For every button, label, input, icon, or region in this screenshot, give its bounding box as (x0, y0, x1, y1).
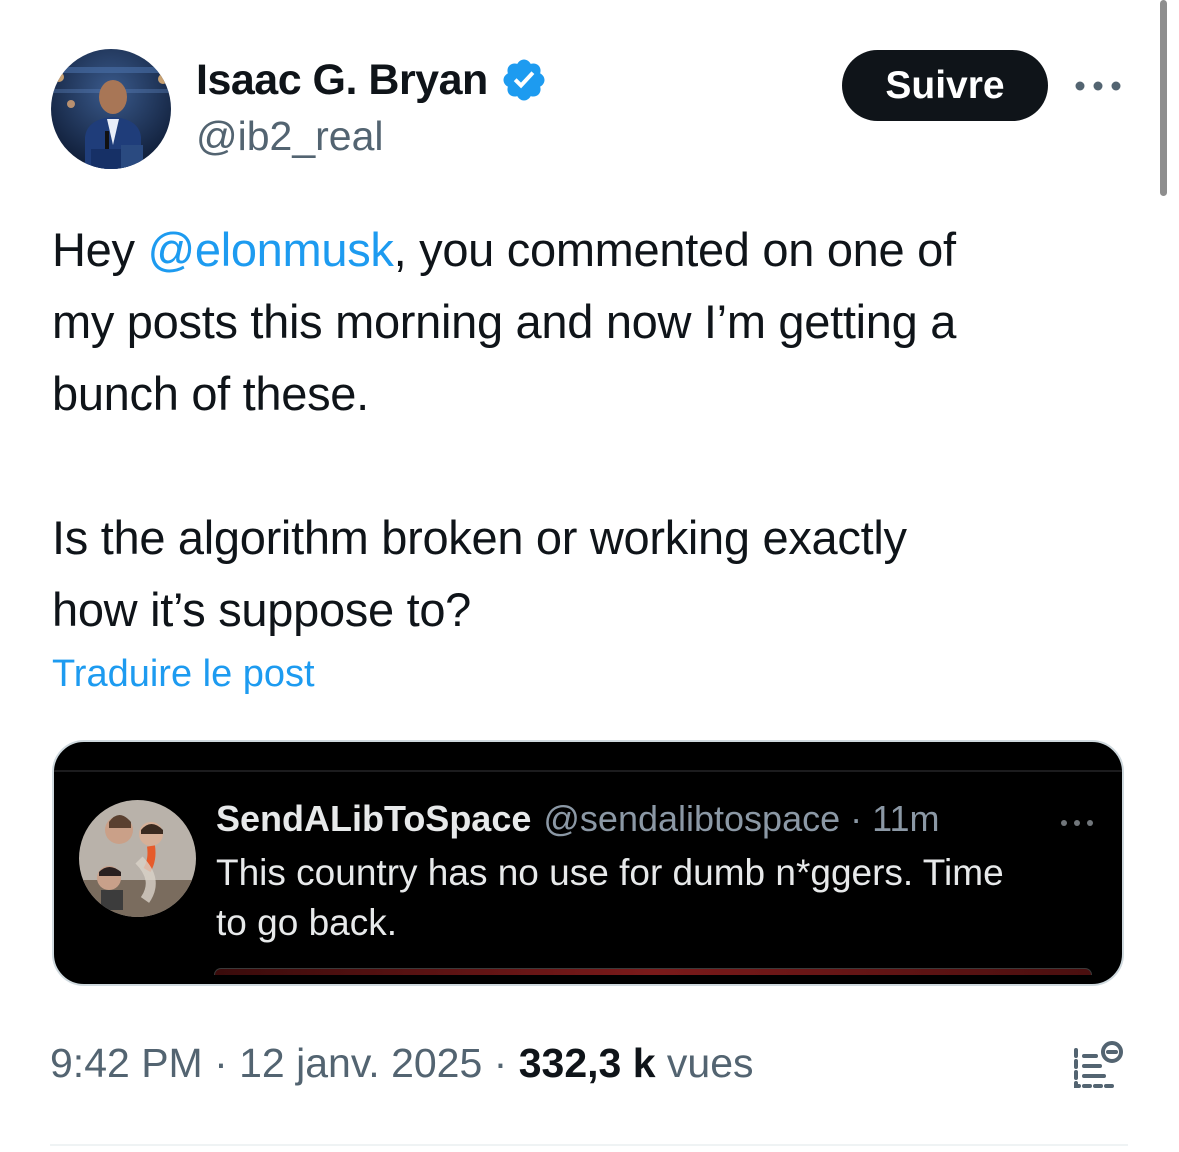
cropped-media-edge (214, 968, 1092, 975)
tweet-line: my posts this morning and now I’m gettin… (52, 295, 957, 348)
tweet-line: Hey @elonmusk, you commented on one of (52, 214, 1142, 286)
mention-link[interactable]: @elonmusk (147, 223, 393, 276)
quoted-line: This country has no use for dumb n*ggers… (216, 852, 1004, 893)
tweet-line: how it’s suppose to? (52, 583, 472, 636)
tweet-text: Hey @elonmusk, you commented on one of m… (52, 214, 1142, 646)
attached-image[interactable]: SendALibToSpace @sendalibtospace · 11m T… (52, 740, 1124, 986)
quoted-line: to go back. (216, 902, 398, 943)
quoted-header: SendALibToSpace @sendalibtospace · 11m (216, 798, 939, 840)
quoted-display-name: SendALibToSpace (216, 798, 532, 839)
quoted-text: This country has no use for dumb n*ggers… (216, 848, 1096, 948)
tweet-line: bunch of these. (52, 367, 369, 420)
avatar-photo (51, 49, 171, 169)
tweet-line-text: , you commented on one of (393, 223, 956, 276)
author-name-row[interactable]: Isaac G. Bryan (196, 52, 548, 108)
view-analytics-icon[interactable] (1070, 1040, 1126, 1092)
divider (54, 770, 1122, 772)
quoted-avatar (79, 800, 196, 917)
more-options-icon[interactable] (1070, 72, 1126, 100)
views-count: 332,3 k (518, 1040, 656, 1086)
author-avatar[interactable] (51, 49, 171, 169)
verified-badge-icon (503, 59, 545, 101)
scrollbar[interactable] (1160, 0, 1167, 196)
timestamp[interactable]: 9:42 PM · 12 janv. 2025 · (50, 1040, 519, 1086)
follow-button[interactable]: Suivre (842, 50, 1048, 121)
views-label: vues (655, 1040, 754, 1086)
translate-post-link[interactable]: Traduire le post (52, 653, 315, 696)
tweet-metadata: 9:42 PM · 12 janv. 2025 · 332,3 k vues (50, 1040, 754, 1087)
author-handle[interactable]: @ib2_real (196, 113, 384, 160)
quoted-meta: @sendalibtospace · 11m (543, 798, 940, 839)
quoted-avatar-image (79, 800, 196, 917)
quoted-more-icon (1058, 816, 1096, 828)
author-display-name[interactable]: Isaac G. Bryan (196, 56, 488, 105)
tweet-line-text: Hey (52, 223, 148, 276)
tweet-line: Is the algorithm broken or working exact… (52, 511, 907, 564)
bottom-divider (50, 1144, 1128, 1146)
